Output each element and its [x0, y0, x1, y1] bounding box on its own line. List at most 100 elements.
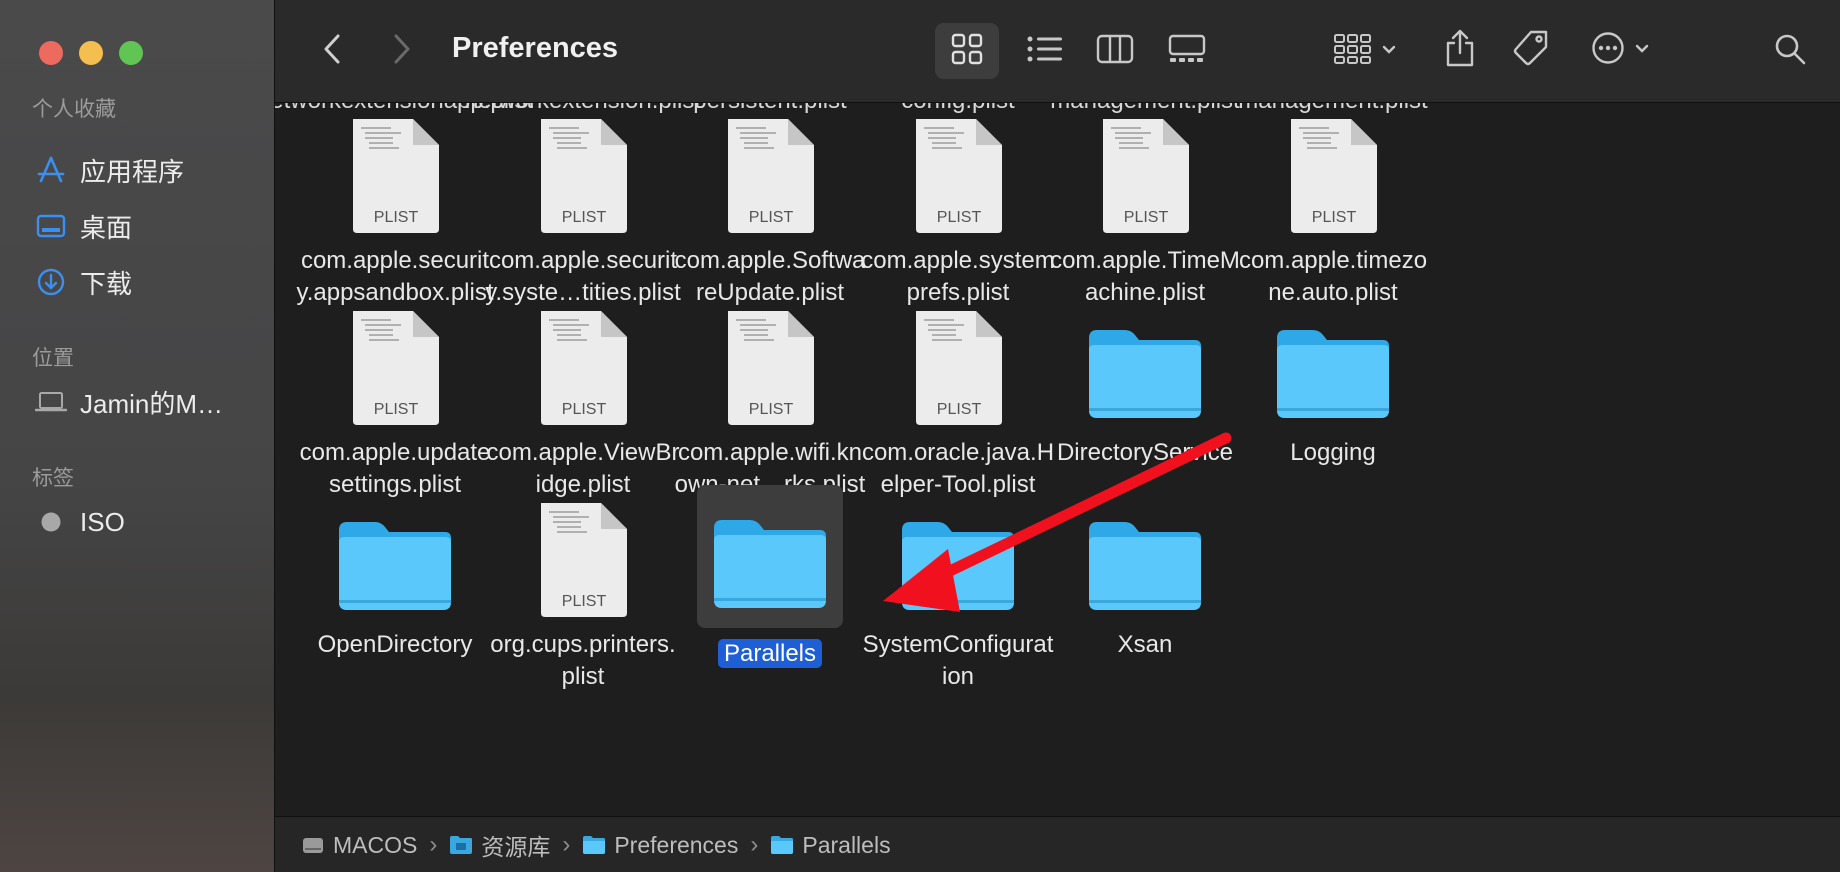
share-icon — [1444, 28, 1476, 73]
file-item[interactable]: PLIST com.apple.ViewBr idge.plist — [478, 307, 688, 501]
file-name-line: idge.plist — [535, 471, 631, 498]
gallery-view-icon — [1168, 34, 1206, 69]
file-name-line: DirectoryService — [1056, 439, 1234, 466]
file-item[interactable]: PLISTcom.apple.wifi.known-net…rks.plist — [665, 307, 875, 501]
plist-badge: PLIST — [374, 401, 419, 418]
file-item[interactable]: PLIST com.apple.timezo ne.auto.plist — [1228, 115, 1438, 309]
file-name-line: OpenDirectory — [317, 631, 473, 658]
minimize-window-button[interactable] — [79, 41, 103, 65]
folder-item[interactable]: SystemConfigurat ion — [853, 499, 1063, 693]
folder-item[interactable]: OpenDirectory — [290, 499, 500, 661]
file-name-line: com.apple.TimeM — [1050, 247, 1240, 274]
back-button[interactable] — [315, 32, 349, 70]
item-icon: PLIST — [523, 499, 643, 619]
sidebar-item-label: 桌面 — [80, 212, 133, 243]
path-crumb[interactable]: Parallels — [770, 832, 891, 859]
file-name-line: reUpdate.plist — [695, 279, 845, 306]
sidebar-item-applications[interactable]: 应用程序 — [34, 150, 264, 190]
share-button[interactable] — [1435, 24, 1485, 76]
plist-file-icon: PLIST — [1103, 119, 1189, 233]
file-name: Xsan — [1040, 629, 1250, 661]
path-crumb[interactable]: Preferences — [582, 832, 738, 859]
item-icon — [1273, 307, 1393, 427]
window-title: Preferences — [452, 32, 619, 64]
library-folder-icon — [449, 835, 473, 855]
file-name-line: ion — [941, 663, 975, 690]
item-icon: PLIST — [898, 307, 1018, 427]
search-icon — [1774, 33, 1806, 70]
file-name-line: prefs.plist — [906, 279, 1010, 306]
item-icon: PLIST — [523, 307, 643, 427]
sidebar-item-downloads[interactable]: 下载 — [34, 262, 264, 302]
favorites-header: 个人收藏 — [32, 98, 116, 121]
file-name-line: com.apple.Softwa — [674, 247, 866, 274]
item-icon — [1085, 499, 1205, 619]
file-item[interactable]: PLIST com.oracle.java.H elper-Tool.plist — [853, 307, 1063, 501]
plist-file-icon: PLIST — [353, 119, 439, 233]
file-name: com.oracle.java.H elper-Tool.plist — [853, 437, 1063, 501]
search-button[interactable] — [1765, 26, 1815, 76]
laptop-icon — [34, 385, 68, 419]
path-crumb-label: Preferences — [614, 831, 739, 858]
item-icon: PLIST — [710, 115, 830, 235]
file-name: Logging — [1228, 437, 1438, 469]
folder-icon — [339, 522, 451, 610]
plist-badge: PLIST — [562, 593, 607, 610]
file-item[interactable]: PLIST com.apple.update settings.plist — [290, 307, 500, 501]
file-item[interactable]: PLIST com.apple.system prefs.plist — [853, 115, 1063, 309]
sidebar-item-label: ISO — [80, 506, 125, 537]
file-name: com.apple.securit y.appsandbox.plist — [290, 245, 500, 309]
file-name-line: achine.plist — [1084, 279, 1206, 306]
gallery-view-button[interactable] — [1155, 23, 1219, 79]
group-menu-button[interactable] — [1325, 26, 1405, 76]
folder-icon — [1277, 330, 1389, 418]
file-name: com.apple.TimeM achine.plist — [1040, 245, 1250, 309]
close-window-button[interactable] — [39, 41, 63, 65]
file-name: com.apple.system prefs.plist — [853, 245, 1063, 309]
file-item[interactable]: PLIST com.apple.TimeM achine.plist — [1040, 115, 1250, 309]
plist-badge: PLIST — [562, 401, 607, 418]
sidebar-item-desktop[interactable]: 桌面 — [34, 206, 264, 246]
file-name-line: com.apple.securit — [488, 247, 678, 274]
disk-icon — [301, 834, 325, 856]
folder-item[interactable]: Xsan — [1040, 499, 1250, 661]
more-actions-button[interactable] — [1580, 24, 1660, 76]
sidebar-item-macbook[interactable]: Jamin的M… — [34, 382, 264, 422]
list-view-button[interactable] — [1015, 23, 1075, 79]
item-icon — [335, 499, 455, 619]
file-name-line: com.apple.update — [299, 439, 491, 466]
list-view-icon — [1027, 35, 1063, 68]
path-separator: › — [429, 831, 438, 858]
file-name: Parallels — [665, 638, 875, 670]
file-name-cut: management.plist — [1238, 103, 1427, 115]
folder-icon — [582, 835, 606, 855]
path-crumb[interactable]: MACOS — [301, 832, 417, 859]
folder-item[interactable]: DirectoryService — [1040, 307, 1250, 469]
folder-icon — [1089, 522, 1201, 610]
zoom-window-button[interactable] — [119, 41, 143, 65]
item-icon: PLIST — [898, 115, 1018, 235]
folder-item[interactable]: Parallels — [665, 485, 875, 670]
icon-view-button[interactable] — [935, 23, 999, 79]
tag-button[interactable] — [1503, 24, 1559, 76]
file-item[interactable]: PLIST org.cups.printers. plist — [478, 499, 688, 693]
path-crumb[interactable]: 资源库 — [449, 828, 550, 862]
plist-file-icon: PLIST — [916, 311, 1002, 425]
plist-file-icon: PLIST — [728, 311, 814, 425]
forward-button[interactable] — [385, 32, 419, 70]
file-item[interactable]: PLIST com.apple.Softwa reUpdate.plist — [665, 115, 875, 309]
item-icon: PLIST — [710, 307, 830, 427]
downloads-icon — [34, 265, 68, 299]
plist-badge: PLIST — [749, 401, 794, 418]
file-item[interactable]: PLIST com.apple.securit y.syste…tities.pli… — [478, 115, 688, 309]
folder-item[interactable]: Logging — [1228, 307, 1438, 469]
sidebar-item-label: 下载 — [80, 268, 133, 299]
file-item[interactable]: PLIST com.apple.securit y.appsandbox.plist — [290, 115, 500, 309]
file-name-line: com.apple.ViewBr — [486, 439, 680, 466]
sidebar-item-tag-iso[interactable]: ISO — [34, 502, 264, 542]
tags-header: 标签 — [32, 467, 74, 490]
plist-file-icon: PLIST — [728, 119, 814, 233]
file-name: DirectoryService — [1040, 437, 1250, 469]
file-name-cut: config.plist — [901, 103, 1014, 115]
column-view-button[interactable] — [1083, 23, 1147, 79]
